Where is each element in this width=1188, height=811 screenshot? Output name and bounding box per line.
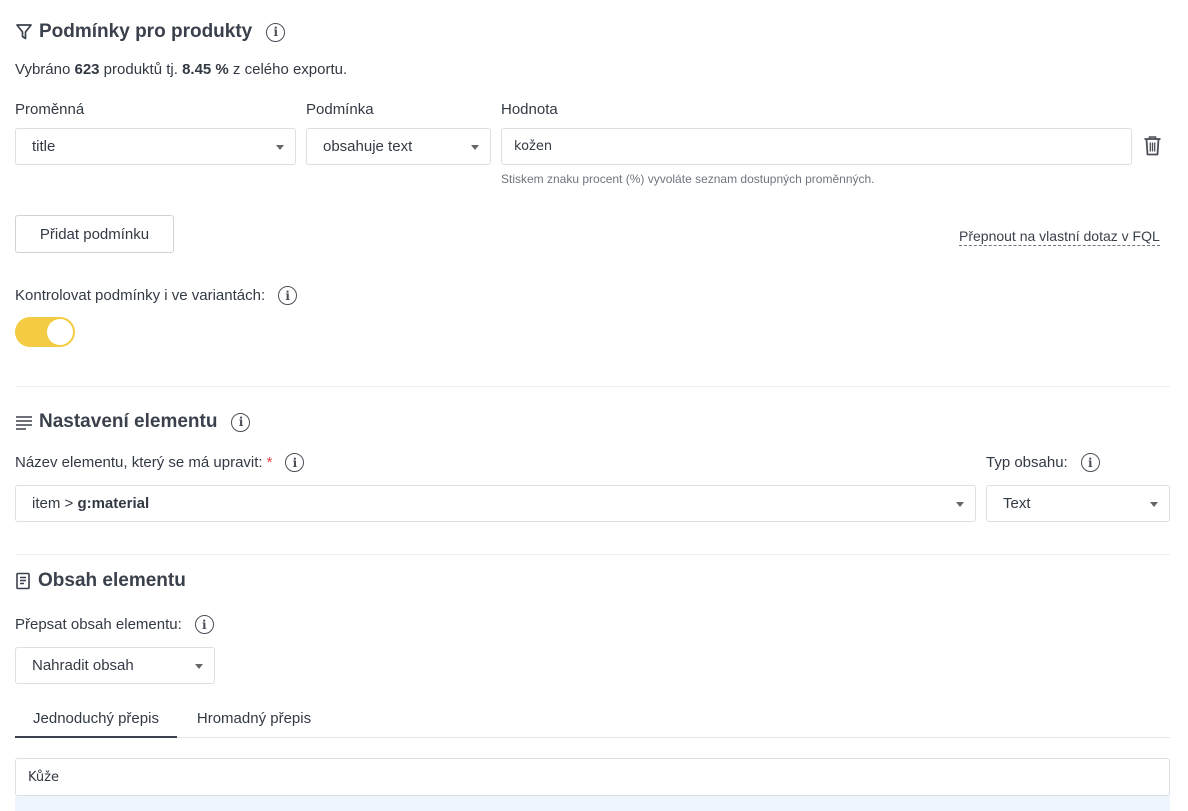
content-type-label-row: Typ obsahu: i [986,453,1100,472]
overwrite-label: Přepsat obsah elementu: [15,616,182,633]
info-icon[interactable]: i [1080,453,1100,472]
condition-select[interactable]: obsahuje text [306,128,491,165]
variants-label: Kontrolovat podmínky i ve variantách: [15,287,266,304]
filter-icon [16,24,32,40]
selection-summary: Vybráno 623 produktů tj. 8.45 % z celého… [15,61,347,78]
summary-suffix: z celého exportu. [228,61,348,78]
tab-bulk-overwrite[interactable]: Hromadný přepis [177,710,331,738]
chevron-down-icon [195,664,203,669]
info-icon[interactable]: i [278,286,298,305]
document-icon [16,572,30,590]
element-settings-heading: Nastavení elementu i [15,411,251,433]
switch-to-fql-link[interactable]: Přepnout na vlastní dotaz v FQL [959,228,1160,246]
info-icon[interactable]: i [266,22,286,42]
content-type-label: Typ obsahu: [986,454,1068,471]
tab-label: Hromadný přepis [196,710,312,727]
value-header: Hodnota [501,101,558,118]
add-condition-button[interactable]: Přidat podmínku [15,215,174,253]
summary-prefix: Vybráno [15,61,75,78]
condition-header: Podmínka [306,101,374,118]
chevron-down-icon [1150,502,1158,507]
overwrite-mode-value: Nahradit obsah [32,657,134,674]
chevron-down-icon [956,502,964,507]
chevron-down-icon [276,145,284,150]
element-content-title: Obsah elementu [38,570,186,591]
element-path-prefix: item > [32,495,78,512]
content-input-text: Kůže [28,769,59,785]
variables-hint: Stiskem znaku procent (%) vyvoláte sezna… [501,172,875,186]
element-name-select[interactable]: item > g:material [15,485,976,522]
tab-simple-overwrite[interactable]: Jednoduchý přepis [15,710,177,738]
element-name-label-row: Název elementu, který se má upravit: * i [15,453,305,472]
summary-percent: 8.45 % [182,61,229,78]
element-content-heading: Obsah elementu [15,570,186,592]
info-icon[interactable]: i [231,412,251,432]
overwrite-label-row: Přepsat obsah elementu: i [15,615,214,634]
overwrite-mode-select[interactable]: Nahradit obsah [15,647,215,684]
value-input-text: kožen [514,139,553,154]
content-input[interactable]: Kůže [15,758,1170,796]
variants-row: Kontrolovat podmínky i ve variantách: i [15,286,298,305]
conditions-title: Podmínky pro produkty [39,21,253,42]
content-type-select[interactable]: Text [986,485,1170,522]
divider [15,386,1170,387]
content-type-value: Text [1003,495,1031,512]
element-settings-title: Nastavení elementu [39,411,218,432]
trash-icon[interactable] [1143,135,1162,156]
condition-select-value: obsahuje text [323,138,413,155]
info-icon[interactable]: i [285,453,305,472]
info-icon[interactable]: i [194,615,214,634]
variants-toggle[interactable] [15,317,75,347]
value-input[interactable]: kožen [501,128,1132,165]
tab-label: Jednoduchý přepis [33,710,159,727]
toggle-knob [47,319,73,345]
lines-icon [16,416,32,430]
variable-header: Proměnná [15,101,85,118]
element-name-label: Název elementu, který se má upravit: [15,454,263,471]
chevron-down-icon [471,145,479,150]
summary-count: 623 [74,61,100,78]
conditions-heading: Podmínky pro produkty i [15,21,286,43]
variable-select[interactable]: title [15,128,296,165]
required-mark: * [266,454,273,471]
variable-select-value: title [32,138,56,155]
divider [15,554,1170,555]
element-name: g:material [77,495,150,512]
summary-middle: produktů tj. [99,61,183,78]
content-preview-area [15,796,1170,811]
